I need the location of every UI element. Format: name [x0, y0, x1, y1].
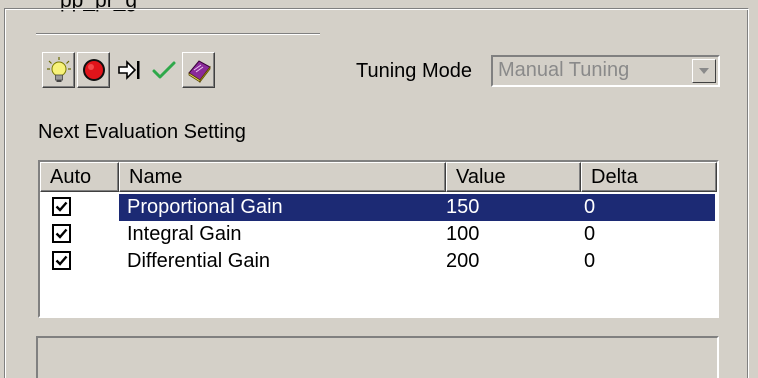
- column-header-auto[interactable]: Auto: [40, 162, 119, 192]
- lightbulb-button[interactable]: [42, 52, 75, 88]
- dropdown-arrow-button[interactable]: [692, 59, 716, 83]
- status-box: [36, 336, 719, 378]
- row-delta: 0: [584, 250, 596, 272]
- list-rows: Proportional Gain 150 0 Integral Gain 10…: [40, 194, 717, 275]
- row-value: 200: [446, 250, 480, 272]
- column-header-value[interactable]: Value: [446, 162, 581, 192]
- column-header-name[interactable]: Name: [119, 162, 446, 192]
- checkmark-icon: [55, 201, 68, 212]
- table-row[interactable]: Integral Gain 100 0: [40, 221, 717, 248]
- book-button[interactable]: [182, 52, 215, 88]
- checkmark-button[interactable]: [147, 52, 180, 88]
- list-header: Auto Name Value Delta: [40, 162, 717, 192]
- table-row[interactable]: Differential Gain 200 0: [40, 248, 717, 275]
- tuning-panel: pp_pr_g Tuning Mode Manual Tuning Next E…: [0, 0, 758, 378]
- row-name: Differential Gain: [127, 250, 271, 272]
- row-delta: 0: [584, 196, 596, 218]
- next-evaluation-label: Next Evaluation Setting: [38, 121, 246, 143]
- step-button[interactable]: [112, 52, 145, 88]
- table-row[interactable]: Proportional Gain 150 0: [40, 194, 717, 221]
- stop-icon: [82, 59, 105, 81]
- toolbar: [42, 52, 215, 90]
- stop-button[interactable]: [77, 52, 110, 88]
- row-name: Integral Gain: [127, 223, 242, 245]
- evaluation-list[interactable]: Auto Name Value Delta Proportional Gain …: [38, 160, 719, 318]
- chevron-down-icon: [699, 68, 709, 74]
- row-name: Proportional Gain: [127, 196, 283, 218]
- tuning-mode-dropdown[interactable]: Manual Tuning: [491, 55, 720, 87]
- checkmark-icon: [55, 255, 68, 266]
- checkmark-icon: [152, 61, 175, 79]
- column-header-delta[interactable]: Delta: [581, 162, 717, 192]
- row-delta: 0: [584, 223, 596, 245]
- auto-checkbox[interactable]: [52, 251, 71, 270]
- auto-checkbox[interactable]: [52, 197, 71, 216]
- checkmark-icon: [55, 228, 68, 239]
- tuning-mode-value: Manual Tuning: [498, 59, 630, 81]
- lightbulb-icon: [46, 57, 71, 82]
- book-icon: [187, 60, 211, 84]
- toolbar-separator: [36, 33, 320, 35]
- auto-checkbox[interactable]: [52, 224, 71, 243]
- row-value: 100: [446, 223, 480, 245]
- tuning-mode-label: Tuning Mode: [356, 60, 472, 82]
- step-icon: [117, 60, 139, 80]
- row-value: 150: [446, 196, 480, 218]
